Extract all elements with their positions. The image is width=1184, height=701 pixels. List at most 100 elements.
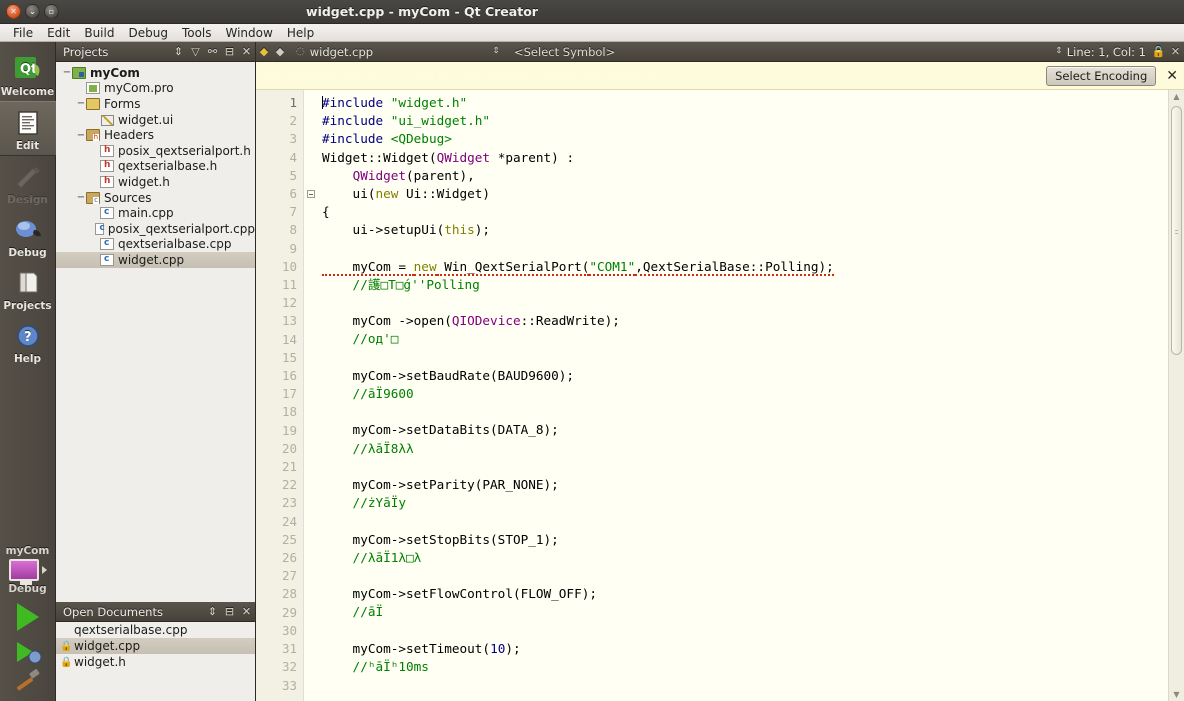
line-number: 29 <box>281 604 297 620</box>
mode-projects-label: Projects <box>3 300 52 312</box>
tree-expander-icon[interactable]: − <box>76 192 86 203</box>
target-selector[interactable] <box>8 559 47 585</box>
scroll-up-arrow-icon[interactable]: ▲ <box>1169 92 1184 101</box>
maximize-button[interactable]: ▫ <box>44 4 59 19</box>
code-line-32: //ʰāÏʰ10ms <box>322 658 1168 676</box>
file-selector[interactable]: ◌ widget.cpp <box>288 45 488 59</box>
mode-help[interactable]: ? Help <box>0 315 56 368</box>
symbol-selector[interactable]: <Select Symbol> <box>504 45 1051 59</box>
tree-item-forms[interactable]: − Forms <box>56 96 255 112</box>
close-editor-icon[interactable]: ✕ <box>1167 45 1184 58</box>
close-icon[interactable]: ✕ <box>238 45 255 58</box>
code-text[interactable]: #include "widget.h" #include "ui_widget.h… <box>318 90 1168 701</box>
tree-item-posix-qextserialport-h[interactable]: posix_qextserialport.h <box>56 143 255 159</box>
vertical-scrollbar[interactable]: ▲ ▼ <box>1168 90 1184 701</box>
mode-debug[interactable]: Debug <box>0 209 56 262</box>
file-combo-arrow-icon[interactable]: ⇕ <box>488 47 504 56</box>
tree-item-main-cpp[interactable]: main.cpp <box>56 205 255 221</box>
build-project-button[interactable] <box>13 668 43 695</box>
projects-dock-header: Projects ⇕ ▽ ⚯ ⊟ ✕ <box>56 42 255 62</box>
code-line-26: //λāÏ1λ□λ <box>322 549 1168 567</box>
code-editor[interactable]: 1 2 3 4 5 6 7 8 9 10 11 12 13 14 15 16 17 18 19 20 21 22 23 24 2… <box>256 90 1184 701</box>
mode-edit[interactable]: Edit <box>0 101 56 156</box>
code-token: //λāÏ8λλ <box>322 440 414 456</box>
code-token: //λāÏ1λ□λ <box>322 549 422 565</box>
menu-build[interactable]: Build <box>77 25 121 41</box>
menu-edit[interactable]: Edit <box>40 25 77 41</box>
tree-expander-icon[interactable]: − <box>62 67 72 78</box>
mode-projects[interactable]: Projects <box>0 262 56 315</box>
line-number: 26 <box>281 550 297 566</box>
link-icon[interactable]: ⚯ <box>204 45 221 58</box>
window-title-text: widget.cpp - myCom - Qt Creator <box>306 4 538 19</box>
open-document-qextserialbase-cpp[interactable]: qextserialbase.cpp <box>56 622 255 638</box>
tree-expander-icon[interactable]: − <box>76 98 86 109</box>
open-document-widget-cpp[interactable]: 🔒 widget.cpp <box>56 638 255 654</box>
filter-icon[interactable]: ▽ <box>187 45 204 58</box>
menu-debug[interactable]: Debug <box>121 25 174 41</box>
code-token: "ui_widget.h" <box>390 113 491 129</box>
scrollbar-thumb[interactable] <box>1171 105 1182 355</box>
menu-help[interactable]: Help <box>280 25 321 41</box>
info-bar-close-icon[interactable]: ✕ <box>1166 68 1178 84</box>
qt-creator-window: ✕ ⌄ ▫ widget.cpp - myCom - Qt Creator Fi… <box>0 0 1184 701</box>
mode-welcome[interactable]: Qt Welcome <box>0 48 56 101</box>
menu-tools[interactable]: Tools <box>175 25 219 41</box>
tree-item-widget-h[interactable]: widget.h <box>56 174 255 190</box>
tree-item-widget-ui[interactable]: widget.ui <box>56 112 255 128</box>
code-token: new <box>413 258 437 276</box>
tree-item-posix-qextserialport-cpp[interactable]: posix_qextserialport.cpp <box>56 221 255 237</box>
scroll-down-arrow-icon[interactable]: ▼ <box>1169 690 1184 699</box>
lock-icon: 🔒 <box>60 640 73 652</box>
tree-item-qextserialbase-h[interactable]: qextserialbase.h <box>56 159 255 175</box>
fold-marker-icon[interactable] <box>307 190 315 198</box>
line-number: 11 <box>281 277 297 293</box>
tree-item-headers[interactable]: − Headers <box>56 127 255 143</box>
mode-welcome-label: Welcome <box>0 86 55 98</box>
split-icon[interactable]: ⊟ <box>221 45 238 58</box>
tree-item-qextserialbase-cpp[interactable]: qextserialbase.cpp <box>56 237 255 253</box>
encoding-info-bar: Text encoding UTF-8 could not be fully d… <box>256 62 1184 90</box>
run-button[interactable] <box>16 603 39 631</box>
line-number: 8 <box>289 222 297 238</box>
tree-item-mycom-pro[interactable]: myCom.pro <box>56 81 255 97</box>
open-documents-list[interactable]: qextserialbase.cpp 🔒 widget.cpp 🔒 widget.h <box>56 622 255 701</box>
line-number: 14 <box>281 331 297 347</box>
close-button[interactable]: ✕ <box>6 4 21 19</box>
main-body: Qt Welcome Edit Design Debug Projects ? … <box>0 42 1184 701</box>
tree-item-widget-cpp[interactable]: widget.cpp <box>56 252 255 268</box>
select-encoding-button[interactable]: Select Encoding <box>1046 65 1157 86</box>
code-line-1: #include "widget.h" <box>322 94 1168 112</box>
menu-window[interactable]: Window <box>219 25 280 41</box>
project-tree[interactable]: −myCommyCom.pro−Formswidget.ui−Headerspo… <box>56 62 255 602</box>
code-folding-column[interactable] <box>304 90 318 701</box>
open-document-widget-h[interactable]: 🔒 widget.h <box>56 654 255 670</box>
combo-updown-icon[interactable]: ⇕ <box>170 45 187 58</box>
symbol-combo-arrow-icon[interactable]: ⇕ <box>1051 47 1067 56</box>
code-token: ); <box>474 222 491 238</box>
code-token: ui->setupUi( <box>322 222 445 238</box>
code-token: { <box>322 204 330 220</box>
line-column-indicator: Line: 1, Col: 1 <box>1066 44 1146 59</box>
line-number: 32 <box>281 659 297 675</box>
close-icon[interactable]: ✕ <box>238 605 255 618</box>
code-line-8: ui->setupUi(this); <box>322 221 1168 239</box>
start-debugging-button[interactable] <box>13 639 43 668</box>
combo-updown-icon[interactable]: ⇕ <box>204 605 221 618</box>
tree-item-label: Headers <box>104 128 154 143</box>
mode-design: Design <box>0 156 56 209</box>
menu-file[interactable]: File <box>6 25 40 41</box>
lock-icon[interactable]: 🔒 <box>1150 45 1167 58</box>
navigate-forward-icon[interactable]: ◆ <box>272 45 288 58</box>
code-token: myCom->setStopBits(STOP_1); <box>322 531 559 547</box>
code-line-22: myCom->setParity(PAR_NONE); <box>322 476 1168 494</box>
info-bar-message: Text encoding UTF-8 could not be fully d… <box>260 68 658 83</box>
minimize-button[interactable]: ⌄ <box>25 4 40 19</box>
navigate-back-icon[interactable]: ◆ <box>256 45 272 58</box>
tree-item-sources[interactable]: − Sources <box>56 190 255 206</box>
pro-file-icon <box>86 82 100 95</box>
tree-expander-icon[interactable]: − <box>76 130 86 141</box>
tree-item-mycom[interactable]: − myCom <box>56 65 255 81</box>
split-icon[interactable]: ⊟ <box>221 605 238 618</box>
